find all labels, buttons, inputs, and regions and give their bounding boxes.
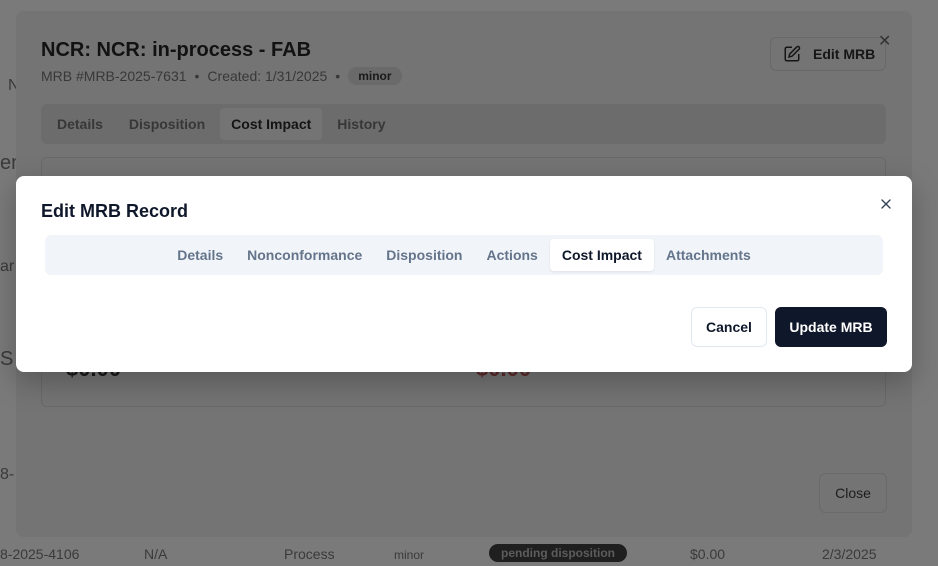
row-value: N/A [144, 546, 168, 562]
close-icon[interactable]: ✕ [878, 31, 891, 51]
tab-disposition[interactable]: Disposition [118, 108, 216, 140]
background-fragment: S [0, 348, 14, 370]
modal-title: Edit MRB Record [41, 201, 189, 221]
tab-details[interactable]: Details [46, 108, 114, 140]
row-cost: $0.00 [690, 546, 726, 562]
background-fragment: ar [0, 258, 15, 275]
cancel-button[interactable]: Cancel [691, 307, 767, 347]
table-row[interactable]: 8-2025-4106 N/A Process minor pending di… [0, 540, 938, 566]
tab-disposition[interactable]: Disposition [374, 239, 474, 271]
edit-icon [784, 45, 801, 62]
row-id: 8-2025-4106 [0, 546, 80, 562]
close-icon[interactable] [878, 196, 894, 212]
edit-mrb-button[interactable]: Edit MRB [770, 37, 886, 71]
edit-mrb-label: Edit MRB [813, 46, 876, 62]
meta-separator: • [335, 68, 341, 84]
detail-title: NCR: NCR: in-process - FAB [41, 39, 312, 61]
mrb-number: MRB #MRB-2025-7631 [41, 68, 187, 84]
tab-cost-impact[interactable]: Cost Impact [549, 239, 654, 271]
edit-mrb-modal: Edit MRB Record Details Nonconformance D… [16, 176, 912, 372]
row-date: 2/3/2025 [822, 546, 877, 562]
detail-meta: MRB #MRB-2025-7631 • Created: 1/31/2025 … [41, 67, 402, 85]
background-fragment: 8- [0, 466, 15, 483]
edit-tabs: Details Nonconformance Disposition Actio… [45, 235, 883, 275]
meta-separator: • [194, 68, 200, 84]
row-type: Process [284, 546, 335, 562]
tab-attachments[interactable]: Attachments [654, 239, 763, 271]
created-date: Created: 1/31/2025 [207, 68, 328, 84]
close-button[interactable]: Close [819, 473, 887, 513]
detail-tabs: Details Disposition Cost Impact History [41, 104, 886, 144]
tab-cost-impact[interactable]: Cost Impact [220, 108, 323, 140]
update-mrb-button[interactable]: Update MRB [775, 307, 887, 347]
tab-details[interactable]: Details [165, 239, 235, 271]
tab-history[interactable]: History [326, 108, 396, 140]
severity-badge: minor [348, 67, 402, 85]
status-badge: pending disposition [489, 544, 627, 562]
tab-nonconformance[interactable]: Nonconformance [235, 239, 374, 271]
row-severity: minor [394, 548, 425, 562]
tab-actions[interactable]: Actions [475, 239, 550, 271]
